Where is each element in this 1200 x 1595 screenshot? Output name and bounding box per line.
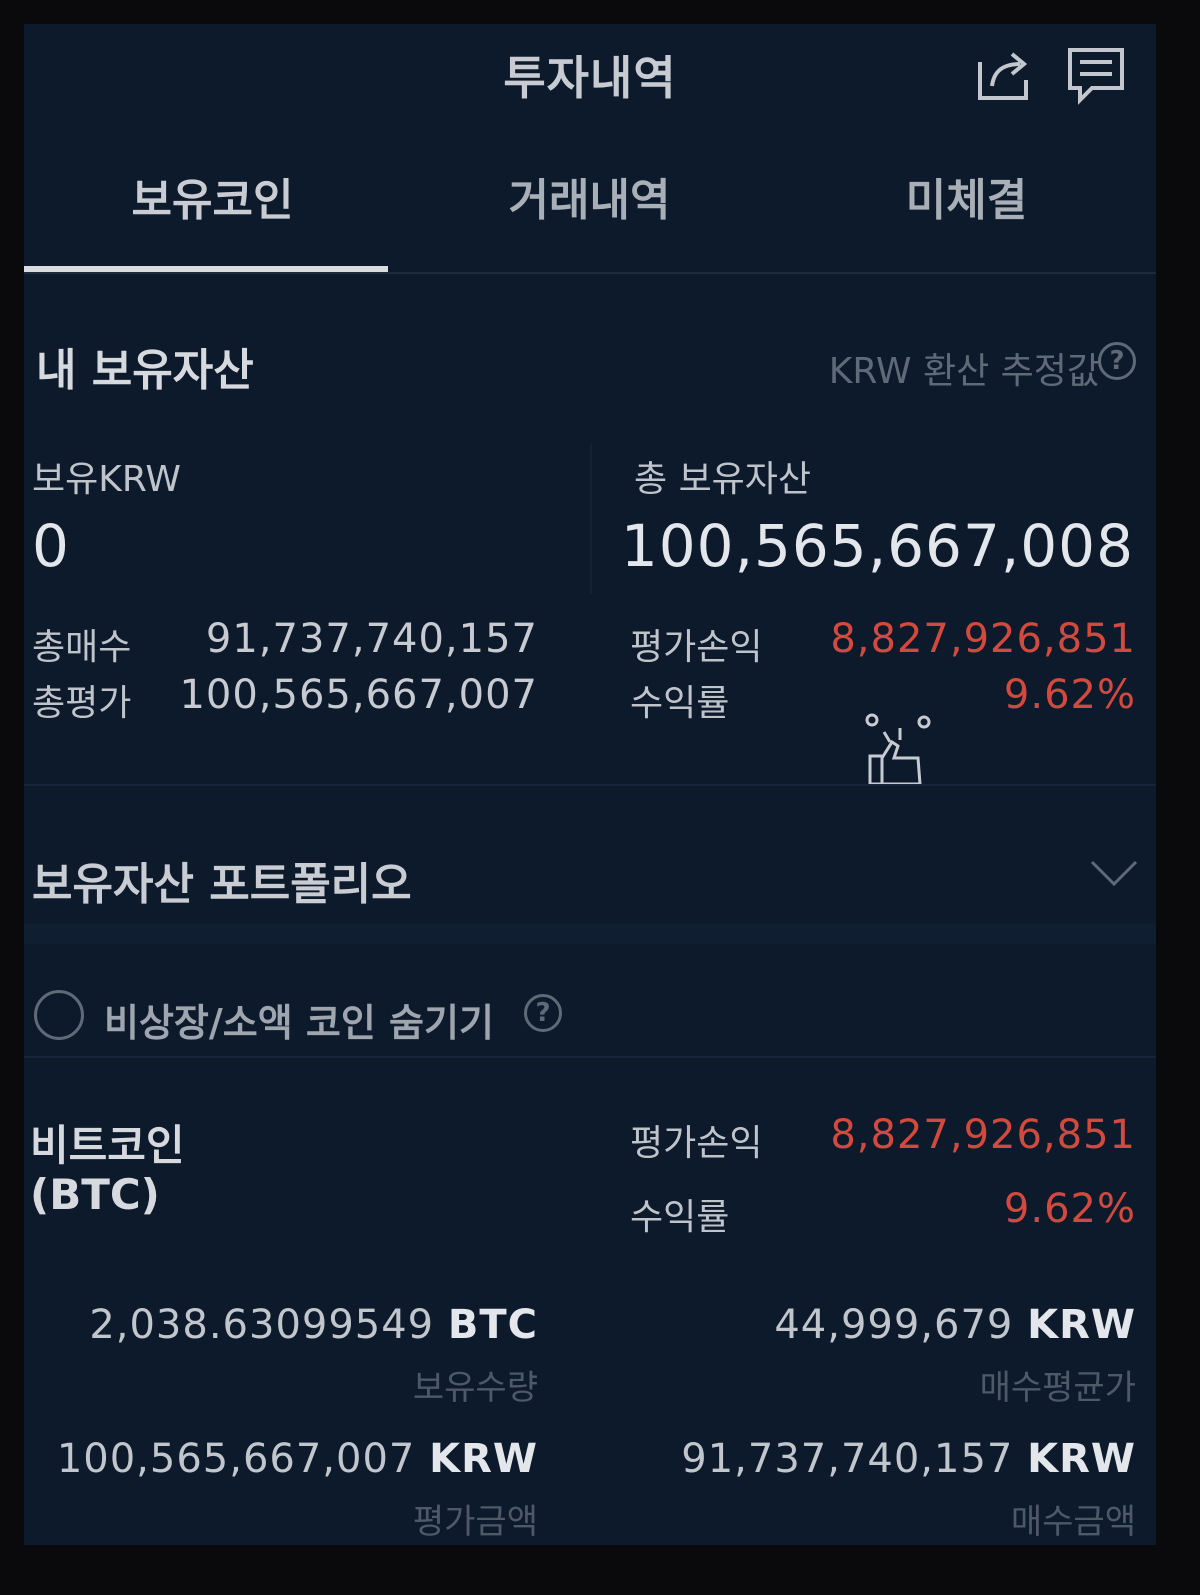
header: 투자내역: [24, 24, 1156, 124]
evaluation-amount-value: 100,565,667,007: [56, 1436, 416, 1482]
total-assets-label: 총 보유자산: [634, 459, 812, 500]
coin-name: 비트코인: [30, 1121, 185, 1170]
buy-amount-value: 91,737,740,157: [681, 1436, 1014, 1482]
krw-estimate-note: KRW 환산 추정값: [828, 351, 1100, 392]
pnl-value: 8,827,926,851: [830, 616, 1136, 662]
total-buy-label: 총매수: [32, 627, 132, 668]
coin-pnl-value: 8,827,926,851: [830, 1112, 1136, 1158]
total-eval-value: 100,565,667,007: [179, 672, 538, 718]
return-label: 수익률: [630, 683, 730, 724]
coin-return-value: 9.62%: [1003, 1186, 1136, 1232]
krw-value: 0: [32, 512, 70, 580]
evaluation-amount-label: 평가금액: [412, 1502, 538, 1542]
tab-trade-history[interactable]: 거래내역: [401, 164, 778, 228]
average-buy-price-value: 44,999,679: [774, 1302, 1014, 1348]
buy-amount-label: 매수금액: [1010, 1502, 1136, 1542]
portfolio-toggle[interactable]: 보유자산 포트폴리오: [24, 804, 1156, 934]
coin-pnl-label: 평가손익: [630, 1123, 763, 1164]
help-icon[interactable]: ?: [1098, 342, 1136, 380]
holding-quantity-value: 2,038.63099549: [89, 1302, 435, 1348]
total-eval-label: 총평가: [32, 683, 132, 724]
my-assets-title: 내 보유자산: [36, 345, 254, 396]
active-tab-indicator: [24, 266, 388, 272]
buy-amount: 91,737,740,157 KRW: [681, 1436, 1136, 1482]
evaluation-amount: 100,565,667,007 KRW: [57, 1436, 538, 1482]
tab-bar: 보유코인 거래내역 미체결: [24, 164, 1156, 274]
hide-small-coins-row: 비상장/소액 코인 숨기기 ?: [24, 944, 1156, 1084]
tab-open-orders[interactable]: 미체결: [778, 164, 1155, 228]
coin-ticker: (BTC): [30, 1170, 160, 1219]
krw-label: 보유KRW: [32, 459, 181, 500]
section-divider: [24, 1056, 1156, 1058]
section-divider: [24, 784, 1156, 786]
buy-amount-unit: KRW: [1027, 1436, 1136, 1482]
total-buy-value: 91,737,740,157: [205, 616, 538, 662]
help-icon[interactable]: ?: [524, 994, 562, 1032]
hide-small-coins-radio[interactable]: [34, 990, 84, 1040]
average-buy-price-unit: KRW: [1027, 1302, 1136, 1348]
holding-quantity-unit: BTC: [447, 1302, 538, 1348]
section-gap: [24, 924, 1156, 944]
divider: [590, 444, 592, 594]
holding-quantity: 2,038.63099549 BTC: [89, 1302, 538, 1348]
portfolio-label: 보유자산 포트폴리오: [32, 859, 412, 910]
evaluation-amount-unit: KRW: [429, 1436, 538, 1482]
pnl-label: 평가손익: [630, 627, 763, 668]
coin-return-label: 수익률: [630, 1197, 730, 1238]
share-icon[interactable]: [974, 46, 1036, 108]
total-assets-value: 100,565,667,008: [620, 512, 1134, 580]
tab-holdings[interactable]: 보유코인: [24, 164, 401, 228]
holding-quantity-label: 보유수량: [412, 1368, 538, 1408]
app-screen: 투자내역 보유코인 거래내역 미체결 내 보유자산 KRW 환산 추정값 ? 보…: [24, 24, 1156, 1545]
chat-icon[interactable]: [1066, 46, 1128, 112]
chevron-down-icon: [1090, 860, 1138, 892]
average-buy-price: 44,999,679 KRW: [774, 1302, 1136, 1348]
average-buy-price-label: 매수평균가: [979, 1368, 1136, 1408]
hide-small-coins-label[interactable]: 비상장/소액 코인 숨기기: [104, 992, 494, 1047]
return-value: 9.62%: [1003, 672, 1136, 718]
